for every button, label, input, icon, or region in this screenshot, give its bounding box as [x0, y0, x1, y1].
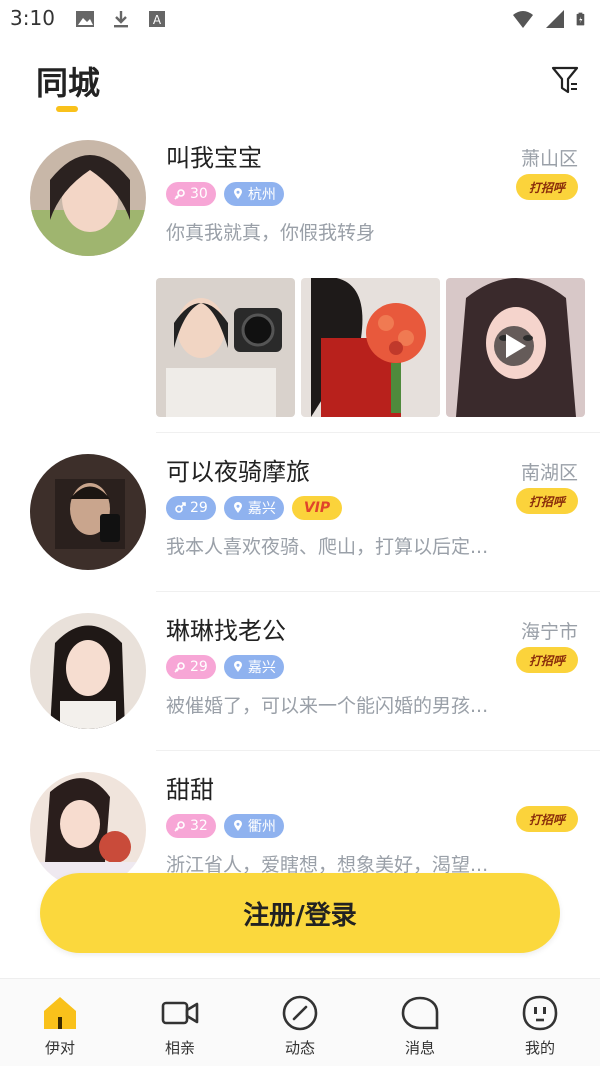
nav-label: 我的: [524, 1039, 555, 1057]
greet-button[interactable]: 打招呼: [516, 647, 578, 673]
vip-badge: VIP: [291, 496, 343, 520]
wifi-icon: [513, 11, 533, 28]
tag-row: 29 嘉兴: [166, 655, 284, 679]
tag-row: 30 杭州: [166, 182, 284, 206]
age-tag: 29: [166, 496, 216, 520]
district-label: 海宁市: [520, 621, 578, 643]
header: 同城: [0, 40, 600, 120]
message-icon: [401, 996, 439, 1030]
female-icon: [174, 662, 185, 673]
photo-strip: [156, 278, 585, 417]
nav-label: 消息: [404, 1039, 435, 1057]
user-card[interactable]: 可以夜骑摩旅 南湖区 打招呼 29 嘉兴 VIP 我本人喜欢夜骑、爬山，打算以后…: [0, 434, 600, 592]
city-tag: 衢州: [223, 814, 284, 838]
download-icon: [114, 11, 128, 28]
greet-button[interactable]: 打招呼: [516, 488, 578, 514]
filter-icon[interactable]: [550, 64, 580, 96]
city-value: 衢州: [247, 819, 276, 835]
signal-icon: [546, 10, 564, 28]
location-pin-icon: [233, 502, 242, 513]
svg-text:A: A: [153, 13, 162, 27]
home-icon: [44, 997, 76, 1029]
user-name: 可以夜骑摩旅: [166, 458, 310, 486]
user-bio: 我本人喜欢夜骑、爬山，打算以后定...: [166, 536, 489, 558]
greet-button[interactable]: 打招呼: [516, 174, 578, 200]
status-bar: 3:10 A: [0, 0, 600, 40]
video-icon: [161, 1001, 199, 1025]
avatar[interactable]: [30, 140, 146, 256]
divider: [156, 591, 600, 592]
nav-item-matchmaking[interactable]: 相亲: [120, 979, 240, 1066]
status-time: 3:10: [10, 6, 55, 30]
battery-icon: [576, 12, 585, 26]
greet-button[interactable]: 打招呼: [516, 806, 578, 832]
status-notification-icons: A: [74, 8, 168, 30]
photo-thumbnail[interactable]: [301, 278, 440, 417]
nav-item-profile[interactable]: 我的: [480, 979, 600, 1066]
female-icon: [174, 821, 185, 832]
nav-item-moments[interactable]: 动态: [240, 979, 360, 1066]
city-tag: 嘉兴: [223, 496, 284, 520]
status-system-icons: [512, 8, 590, 30]
location-pin-icon: [233, 661, 242, 672]
avatar[interactable]: [30, 772, 146, 888]
city-value: 杭州: [247, 187, 276, 203]
user-name: 叫我宝宝: [166, 144, 262, 172]
avatar[interactable]: [30, 613, 146, 729]
age-value: 30: [190, 186, 208, 202]
play-icon[interactable]: [494, 326, 534, 366]
nav-item-home[interactable]: 伊对: [0, 979, 120, 1066]
page-title: 同城: [36, 64, 101, 102]
city-value: 嘉兴: [247, 501, 276, 517]
user-card[interactable]: 叫我宝宝 萧山区 打招呼 30 杭州 你真我就真，你假我转身: [0, 120, 600, 433]
age-value: 29: [190, 659, 208, 675]
user-bio: 你真我就真，你假我转身: [166, 222, 376, 244]
font-icon: A: [149, 11, 165, 27]
location-pin-icon: [233, 820, 242, 831]
male-icon: [175, 502, 186, 513]
district-label: 萧山区: [520, 148, 578, 170]
age-tag: 32: [166, 814, 216, 838]
district-label: 南湖区: [520, 462, 578, 484]
photo-thumbnail[interactable]: [156, 278, 295, 417]
city-tag: 嘉兴: [223, 655, 284, 679]
divider: [156, 750, 600, 751]
user-name: 琳琳找老公: [166, 617, 286, 645]
tag-row: 29 嘉兴 VIP: [166, 496, 343, 520]
profile-icon: [522, 995, 558, 1031]
nav-label: 伊对: [44, 1039, 75, 1057]
user-bio: 被催婚了，可以来一个能闪婚的男孩...: [166, 695, 489, 717]
age-value: 32: [190, 818, 208, 834]
nav-item-messages[interactable]: 消息: [360, 979, 480, 1066]
age-value: 29: [190, 500, 208, 516]
age-tag: 30: [166, 182, 216, 206]
image-icon: [76, 11, 94, 27]
compass-icon: [282, 995, 318, 1031]
city-value: 嘉兴: [247, 660, 276, 676]
female-icon: [174, 189, 185, 200]
title-indicator: [56, 106, 78, 112]
divider: [156, 432, 600, 433]
user-card[interactable]: 琳琳找老公 海宁市 打招呼 29 嘉兴 被催婚了，可以来一个能闪婚的男孩...: [0, 593, 600, 751]
photo-thumbnail-video[interactable]: [446, 278, 585, 417]
user-name: 甜甜: [166, 776, 214, 804]
age-tag: 29: [166, 655, 216, 679]
location-pin-icon: [233, 188, 242, 199]
city-tag: 杭州: [223, 182, 284, 206]
nav-label: 动态: [284, 1039, 315, 1057]
bottom-nav: 伊对 相亲 动态 消息 我的: [0, 978, 600, 1066]
register-login-button[interactable]: 注册/登录: [40, 873, 560, 953]
nav-label: 相亲: [164, 1039, 195, 1057]
avatar[interactable]: [30, 454, 146, 570]
tag-row: 32 衢州: [166, 814, 284, 838]
